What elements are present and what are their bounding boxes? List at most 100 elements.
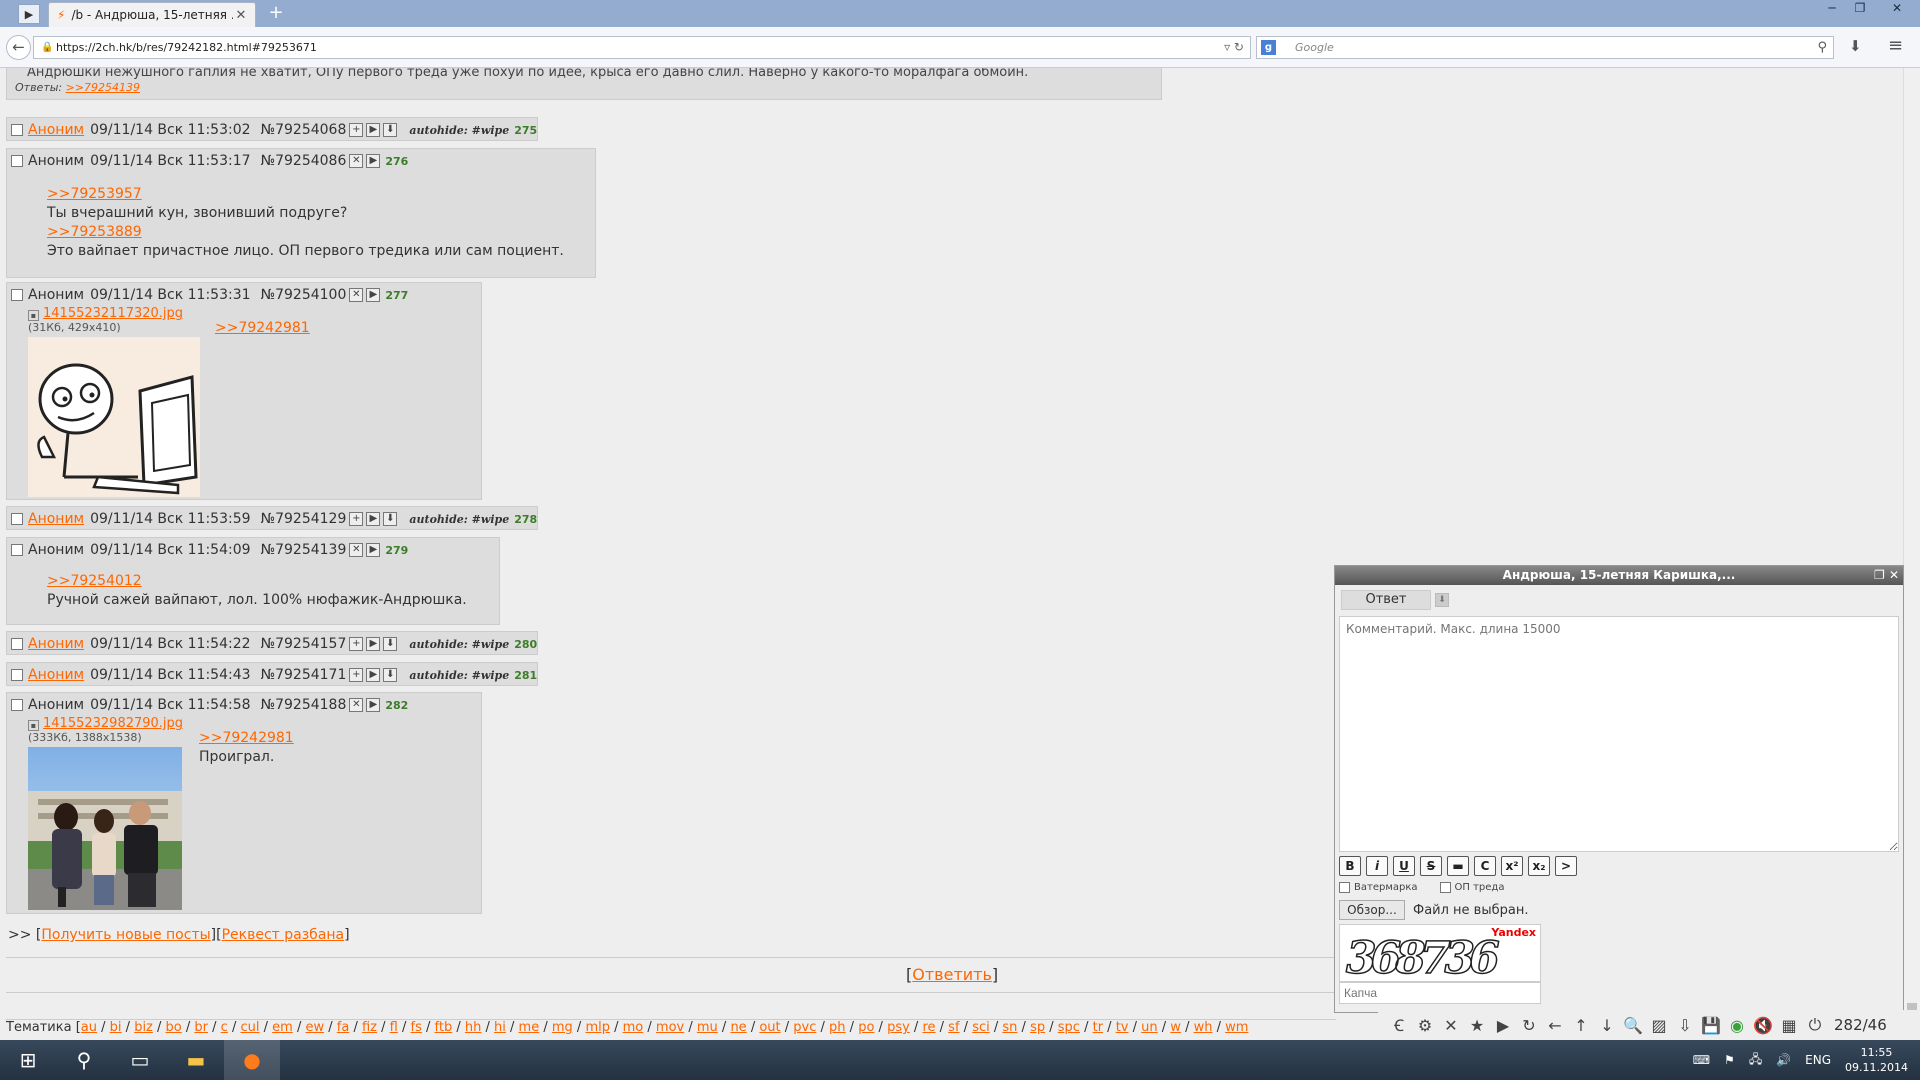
zoom-icon[interactable]: 🔍 — [1620, 1016, 1646, 1035]
post-image[interactable] — [28, 747, 182, 910]
go-down-icon[interactable]: ↓ — [1594, 1016, 1620, 1035]
board-link[interactable]: sci — [972, 1020, 990, 1035]
go-back-icon[interactable]: ← — [1542, 1016, 1568, 1035]
play-icon[interactable]: ▶ — [366, 698, 381, 712]
board-link[interactable]: au — [81, 1020, 97, 1035]
board-link[interactable]: me — [519, 1020, 540, 1035]
board-link[interactable]: ftb — [435, 1020, 453, 1035]
board-link[interactable]: sp — [1030, 1020, 1045, 1035]
post-number[interactable]: №79254068 — [261, 122, 347, 138]
post-number[interactable]: №79254171 — [261, 667, 347, 683]
board-link[interactable]: out — [759, 1020, 780, 1035]
window-close-icon[interactable]: ✕ — [1874, 0, 1920, 18]
close-icon[interactable]: ✕ — [349, 288, 364, 302]
close-icon[interactable]: ✕ — [1889, 568, 1899, 582]
board-link[interactable]: tv — [1116, 1020, 1129, 1035]
reply-link[interactable]: >>79253889 — [47, 223, 564, 242]
spoiler-button[interactable]: ▬ — [1447, 856, 1469, 876]
reply-link-button[interactable]: Ответить — [912, 965, 992, 984]
board-link[interactable]: fs — [411, 1020, 422, 1035]
minimize-icon[interactable]: ─ — [1818, 0, 1846, 18]
keyboard-icon[interactable]: ⌨ — [1693, 1053, 1710, 1067]
op-checkbox[interactable] — [1439, 882, 1451, 893]
play-icon[interactable]: ▶ — [366, 668, 381, 682]
download-icon[interactable]: ⬇ — [383, 512, 398, 526]
board-link[interactable]: biz — [134, 1020, 153, 1035]
board-link[interactable]: mu — [697, 1020, 718, 1035]
post-checkbox[interactable] — [11, 669, 23, 681]
clock[interactable]: 11:55 09.11.2014 — [1845, 1045, 1908, 1075]
reply-link[interactable]: >>79242981 — [199, 729, 294, 748]
board-link[interactable]: hh — [465, 1020, 481, 1035]
board-link[interactable]: po — [858, 1020, 874, 1035]
board-link[interactable]: sn — [1002, 1020, 1017, 1035]
favorites-icon[interactable]: ★ — [1464, 1016, 1490, 1035]
superscript-button[interactable]: x² — [1501, 856, 1523, 876]
board-link[interactable]: re — [922, 1020, 935, 1035]
captcha-image[interactable]: 368736 Yandex — [1339, 924, 1541, 982]
board-link[interactable]: fl — [390, 1020, 398, 1035]
board-link[interactable]: hi — [494, 1020, 506, 1035]
board-link[interactable]: fa — [337, 1020, 350, 1035]
search-icon[interactable]: ⚲ — [56, 1040, 112, 1080]
go-up-icon[interactable]: ↑ — [1568, 1016, 1594, 1035]
bold-button[interactable]: B — [1339, 856, 1361, 876]
refresh-icon[interactable]: ↻ — [1516, 1016, 1542, 1035]
board-link[interactable]: pvc — [793, 1020, 816, 1035]
post-number[interactable]: №79254139 — [261, 542, 347, 558]
post-checkbox[interactable] — [11, 155, 23, 167]
poster-name[interactable]: Аноним — [28, 636, 84, 652]
settings-icon[interactable]: ⚙ — [1412, 1016, 1438, 1035]
search-input[interactable]: g Google ⚲ — [1256, 36, 1834, 59]
italic-button[interactable]: i — [1366, 856, 1388, 876]
strike-button[interactable]: S — [1420, 856, 1442, 876]
board-link[interactable]: w — [1170, 1020, 1181, 1035]
play-icon[interactable]: ▶ — [366, 512, 381, 526]
post-checkbox[interactable] — [11, 638, 23, 650]
board-link[interactable]: c — [221, 1020, 228, 1035]
board-link[interactable]: cul — [240, 1020, 259, 1035]
board-link[interactable]: ew — [305, 1020, 324, 1035]
post-image[interactable] — [28, 337, 200, 497]
menu-icon[interactable]: ≡ — [1888, 35, 1903, 56]
poster-name[interactable]: Аноним — [28, 122, 84, 138]
eye-icon[interactable]: ◉ — [1724, 1016, 1750, 1035]
post-checkbox[interactable] — [11, 544, 23, 556]
play-icon[interactable]: ▶ — [18, 4, 40, 24]
tab-close-icon[interactable]: ✕ — [233, 8, 249, 23]
request-unban-link[interactable]: Реквест разбана — [222, 927, 345, 943]
board-link[interactable]: mo — [623, 1020, 644, 1035]
task-view-icon[interactable]: ▭ — [112, 1040, 168, 1080]
post-checkbox[interactable] — [11, 289, 23, 301]
file-link[interactable]: 14155232117320.jpg — [43, 306, 183, 321]
flag-icon[interactable]: ⚑ — [1724, 1053, 1735, 1067]
images-icon[interactable]: ▨ — [1646, 1016, 1672, 1035]
poster-name[interactable]: Аноним — [28, 667, 84, 683]
expand-icon[interactable]: + — [349, 123, 364, 137]
power-icon[interactable]: ⏻ — [1802, 1015, 1828, 1035]
video-icon[interactable]: ▶ — [1490, 1016, 1516, 1035]
board-link[interactable]: mov — [656, 1020, 684, 1035]
board-link[interactable]: sf — [948, 1020, 959, 1035]
board-link[interactable]: spc — [1058, 1020, 1080, 1035]
reply-link[interactable]: >>79254012 — [47, 572, 467, 591]
play-icon[interactable]: ▶ — [366, 637, 381, 651]
logo-icon[interactable]: Ꞓ — [1386, 1014, 1412, 1036]
post-number[interactable]: №79254157 — [261, 636, 347, 652]
play-icon[interactable]: ▶ — [366, 543, 381, 557]
browser-tab[interactable]: ⚡ /b - Андрюша, 15-летняя ... ✕ — [48, 2, 256, 27]
close-icon[interactable]: ✕ — [349, 154, 364, 168]
post-checkbox[interactable] — [11, 513, 23, 525]
expand-icon[interactable]: + — [349, 512, 364, 526]
post-checkbox[interactable] — [11, 699, 23, 711]
board-link[interactable]: ne — [730, 1020, 746, 1035]
play-icon[interactable]: ▶ — [366, 288, 381, 302]
search-icon[interactable]: ⚲ — [1817, 37, 1827, 58]
reply-link[interactable]: >>79254139 — [66, 81, 140, 94]
code-button[interactable]: C — [1474, 856, 1496, 876]
captcha-input[interactable] — [1339, 982, 1541, 1004]
play-icon[interactable]: ▶ — [366, 123, 381, 137]
back-button[interactable]: ← — [6, 35, 31, 60]
board-link[interactable]: ph — [829, 1020, 846, 1035]
download-icon[interactable]: ⬇ — [383, 123, 398, 137]
